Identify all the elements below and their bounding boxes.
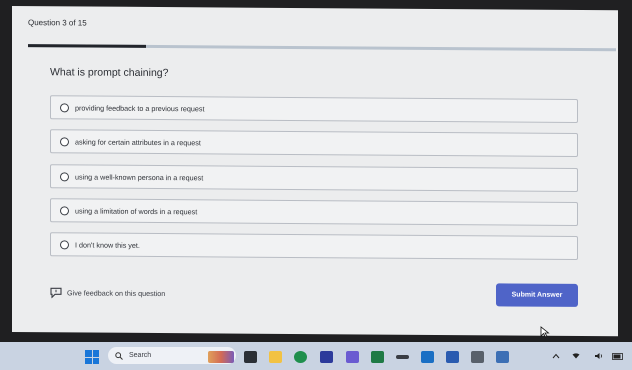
widgets-icon[interactable]	[208, 351, 234, 363]
radio-button[interactable]	[60, 205, 69, 215]
file-explorer-icon[interactable]	[269, 351, 282, 363]
quiz-window: Question 3 of 15 What is prompt chaining…	[12, 6, 618, 337]
feedback-icon	[50, 287, 62, 299]
wifi-icon[interactable]	[572, 353, 580, 359]
mouse-cursor-icon	[540, 326, 550, 338]
option-label: asking for certain attributes in a reque…	[75, 136, 201, 147]
option-label: providing feedback to a previous request	[75, 102, 205, 113]
option-label: using a limitation of words in a request	[75, 205, 198, 216]
answer-option-1[interactable]: providing feedback to a previous request	[50, 95, 578, 123]
pen-icon[interactable]	[396, 355, 409, 359]
answer-option-3[interactable]: using a well-known persona in a request	[50, 164, 578, 192]
feedback-link[interactable]: Give feedback on this question	[50, 287, 165, 299]
start-button[interactable]	[85, 350, 99, 364]
submit-answer-button[interactable]: Submit Answer	[496, 283, 578, 307]
answer-option-5[interactable]: I don't know this yet.	[50, 232, 578, 260]
taskbar: Search	[0, 342, 632, 370]
progress-fill	[28, 44, 146, 48]
search-label: Search	[129, 352, 152, 359]
battery-icon[interactable]	[612, 353, 624, 360]
store-icon[interactable]	[320, 351, 333, 363]
feedback-label: Give feedback on this question	[67, 288, 166, 299]
calculator-icon[interactable]	[471, 351, 484, 363]
radio-button[interactable]	[60, 102, 69, 112]
radio-button[interactable]	[60, 171, 69, 181]
question-text: What is prompt chaining?	[50, 66, 169, 80]
chrome-icon[interactable]	[294, 351, 307, 363]
answer-option-4[interactable]: using a limitation of words in a request	[50, 198, 578, 226]
search-icon	[115, 351, 123, 360]
word-icon[interactable]	[446, 351, 459, 363]
radio-button[interactable]	[60, 239, 69, 249]
option-label: I don't know this yet.	[75, 239, 140, 250]
option-label: using a well-known persona in a request	[75, 171, 204, 182]
radio-button[interactable]	[60, 136, 69, 146]
taskview-icon[interactable]	[244, 351, 257, 363]
chevron-up-icon[interactable]	[552, 353, 560, 359]
question-counter: Question 3 of 15	[28, 18, 87, 28]
snipping-icon[interactable]	[496, 351, 509, 363]
outlook-icon[interactable]	[421, 351, 434, 363]
teams-icon[interactable]	[346, 351, 359, 363]
volume-icon[interactable]	[594, 352, 604, 360]
excel-icon[interactable]	[371, 351, 384, 363]
answer-option-2[interactable]: asking for certain attributes in a reque…	[50, 129, 578, 157]
progress-bar	[28, 44, 616, 52]
